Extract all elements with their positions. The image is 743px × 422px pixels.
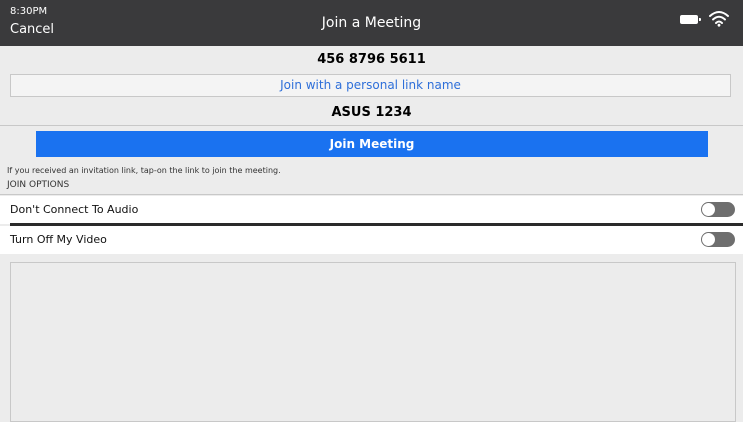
status-time: 8:30PM — [10, 6, 48, 17]
header-bar: 8:30PM Cancel Join a Meeting — [0, 0, 743, 46]
option-row-audio[interactable]: Don't Connect To Audio — [0, 196, 743, 224]
toggle-knob — [702, 203, 715, 216]
screen-name-field[interactable]: ASUS 1234 — [0, 104, 743, 122]
audio-toggle[interactable] — [701, 202, 735, 217]
join-options-heading: JOIN OPTIONS — [7, 180, 70, 190]
cancel-button[interactable]: Cancel — [10, 22, 54, 38]
personal-link-button[interactable]: Join with a personal link name — [10, 74, 731, 97]
page-title: Join a Meeting — [321, 15, 422, 31]
option-row-video[interactable]: Turn Off My Video — [0, 226, 743, 254]
toggle-knob — [702, 233, 715, 246]
video-toggle[interactable] — [701, 232, 735, 247]
option-label-video: Turn Off My Video — [10, 233, 107, 246]
battery-icon — [680, 15, 701, 24]
join-meeting-button[interactable]: Join Meeting — [36, 131, 708, 157]
join-panel: Join Meeting If you received an invitati… — [0, 125, 743, 195]
meeting-id-field[interactable]: 456 8796 5611 — [0, 51, 743, 69]
wifi-icon — [709, 11, 729, 27]
empty-panel — [10, 262, 736, 422]
option-label-audio: Don't Connect To Audio — [10, 203, 139, 216]
invitation-hint: If you received an invitation link, tap-… — [7, 166, 281, 175]
